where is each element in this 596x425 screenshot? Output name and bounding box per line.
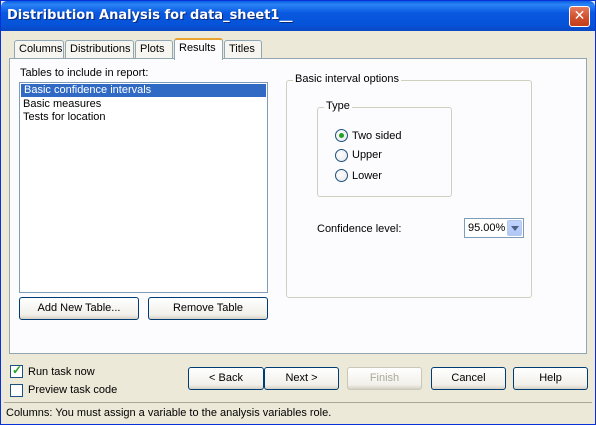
- help-button[interactable]: Help: [513, 367, 588, 390]
- cancel-button[interactable]: Cancel: [431, 367, 506, 390]
- confidence-level-select[interactable]: 95.00%: [464, 218, 524, 238]
- preview-code-label: Preview task code: [28, 384, 118, 396]
- tab-results[interactable]: Results: [174, 38, 223, 60]
- add-new-table-button[interactable]: Add New Table...: [19, 297, 139, 320]
- two-sided-label: Two sided: [352, 130, 402, 142]
- confidence-level-label: Confidence level:: [317, 223, 402, 235]
- window-title: Distribution Analysis for data_sheet1__: [7, 8, 293, 23]
- type-group-title: Type: [324, 100, 352, 112]
- run-task-label: Run task now: [28, 366, 95, 378]
- list-item[interactable]: Basic measures: [20, 98, 267, 111]
- close-button[interactable]: ✕: [569, 6, 590, 27]
- tab-columns[interactable]: Columns: [14, 40, 64, 59]
- next-button[interactable]: Next >: [264, 367, 339, 390]
- dialog-window: Distribution Analysis for data_sheet1__ …: [0, 0, 596, 425]
- tab-distributions[interactable]: Distributions: [65, 40, 134, 59]
- confidence-level-value: 95.00%: [468, 222, 506, 234]
- finish-button[interactable]: Finish: [347, 367, 422, 390]
- tables-listbox[interactable]: Basic confidence intervals Basic measure…: [19, 82, 268, 293]
- radio-upper[interactable]: [335, 149, 348, 162]
- radio-lower[interactable]: [335, 169, 348, 182]
- preview-code-checkbox[interactable]: [10, 384, 23, 397]
- tab-titles[interactable]: Titles: [224, 40, 262, 59]
- remove-table-button[interactable]: Remove Table: [148, 297, 268, 320]
- list-item[interactable]: Basic confidence intervals: [21, 84, 266, 97]
- radio-two-sided[interactable]: [335, 129, 348, 142]
- chevron-down-icon[interactable]: [507, 220, 522, 236]
- status-bar: Columns: You must assign a variable to t…: [4, 402, 592, 422]
- title-bar: Distribution Analysis for data_sheet1__ …: [1, 1, 595, 31]
- upper-label: Upper: [352, 149, 382, 161]
- status-text: Columns: You must assign a variable to t…: [6, 407, 332, 419]
- run-task-checkbox[interactable]: ✓: [10, 363, 23, 378]
- lower-label: Lower: [352, 170, 382, 182]
- tab-plots[interactable]: Plots: [135, 40, 173, 59]
- tables-label: Tables to include in report:: [20, 67, 149, 79]
- radio-dot: [339, 133, 344, 138]
- back-button[interactable]: < Back: [188, 367, 264, 390]
- list-item[interactable]: Tests for location: [20, 111, 267, 124]
- interval-options-title: Basic interval options: [293, 73, 401, 85]
- check-icon: ✓: [12, 363, 23, 377]
